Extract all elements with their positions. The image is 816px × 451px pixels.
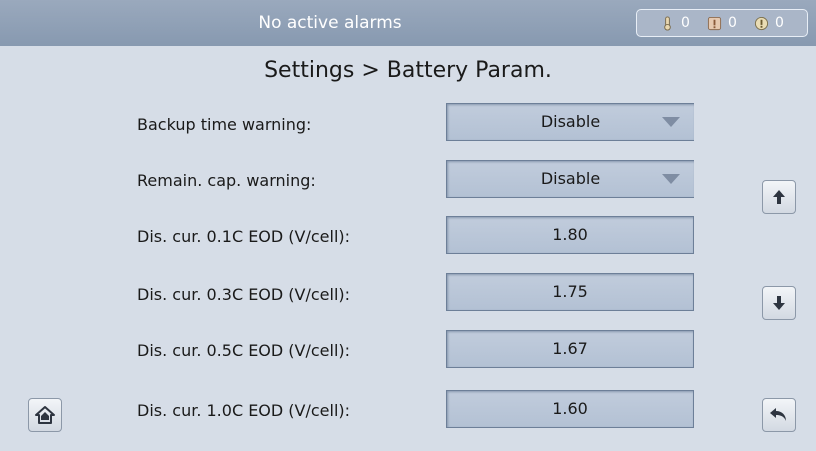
backup-time-warning-value: Disable bbox=[540, 112, 601, 131]
scroll-up-button[interactable] bbox=[762, 180, 796, 214]
home-icon bbox=[35, 406, 55, 424]
dis-cur-05c-input[interactable]: 1.67 bbox=[446, 330, 694, 368]
minor-count: 0 bbox=[774, 15, 784, 31]
dis-cur-03c-input[interactable]: 1.75 bbox=[446, 273, 694, 311]
remain-cap-warning-value: Disable bbox=[540, 169, 601, 188]
dis-cur-10c-input[interactable]: 1.60 bbox=[446, 390, 694, 428]
backup-time-warning-dropdown[interactable]: Disable bbox=[446, 103, 694, 141]
chevron-down-icon bbox=[662, 174, 680, 184]
back-arrow-icon bbox=[770, 408, 786, 421]
remain-cap-warning-dropdown[interactable]: Disable bbox=[446, 160, 694, 198]
critical-count: 0 bbox=[681, 15, 690, 31]
dis-cur-01c-label: Dis. cur. 0.1C EOD (V/cell): bbox=[137, 227, 351, 246]
exclamation-square-icon bbox=[707, 16, 722, 30]
exclamation-circle-icon bbox=[754, 16, 769, 30]
dis-cur-10c-label: Dis. cur. 1.0C EOD (V/cell): bbox=[137, 401, 351, 420]
alarm-count-minor: 0 bbox=[754, 15, 784, 31]
dis-cur-01c-input[interactable]: 1.80 bbox=[446, 216, 694, 254]
alarm-count-critical: 0 bbox=[660, 15, 690, 31]
backup-time-warning-label: Backup time warning: bbox=[137, 115, 312, 134]
alarm-count-major: 0 bbox=[707, 15, 737, 31]
status-bar: No active alarms 0 0 0 bbox=[0, 0, 816, 46]
thermometer-alarm-icon bbox=[664, 15, 671, 31]
arrow-up-icon bbox=[773, 190, 785, 204]
page-title: Settings > Battery Param. bbox=[264, 58, 552, 83]
alarm-status-text: No active alarms bbox=[258, 13, 402, 33]
major-count: 0 bbox=[728, 15, 737, 31]
dis-cur-05c-label: Dis. cur. 0.5C EOD (V/cell): bbox=[137, 341, 351, 360]
remain-cap-warning-label: Remain. cap. warning: bbox=[137, 171, 316, 190]
home-button[interactable] bbox=[28, 398, 62, 432]
alarm-counter-panel[interactable]: 0 0 0 bbox=[636, 9, 808, 37]
arrow-down-icon bbox=[773, 296, 785, 310]
back-button[interactable] bbox=[762, 398, 796, 432]
scroll-down-button[interactable] bbox=[762, 286, 796, 320]
dis-cur-03c-label: Dis. cur. 0.3C EOD (V/cell): bbox=[137, 285, 351, 304]
chevron-down-icon bbox=[662, 117, 680, 127]
